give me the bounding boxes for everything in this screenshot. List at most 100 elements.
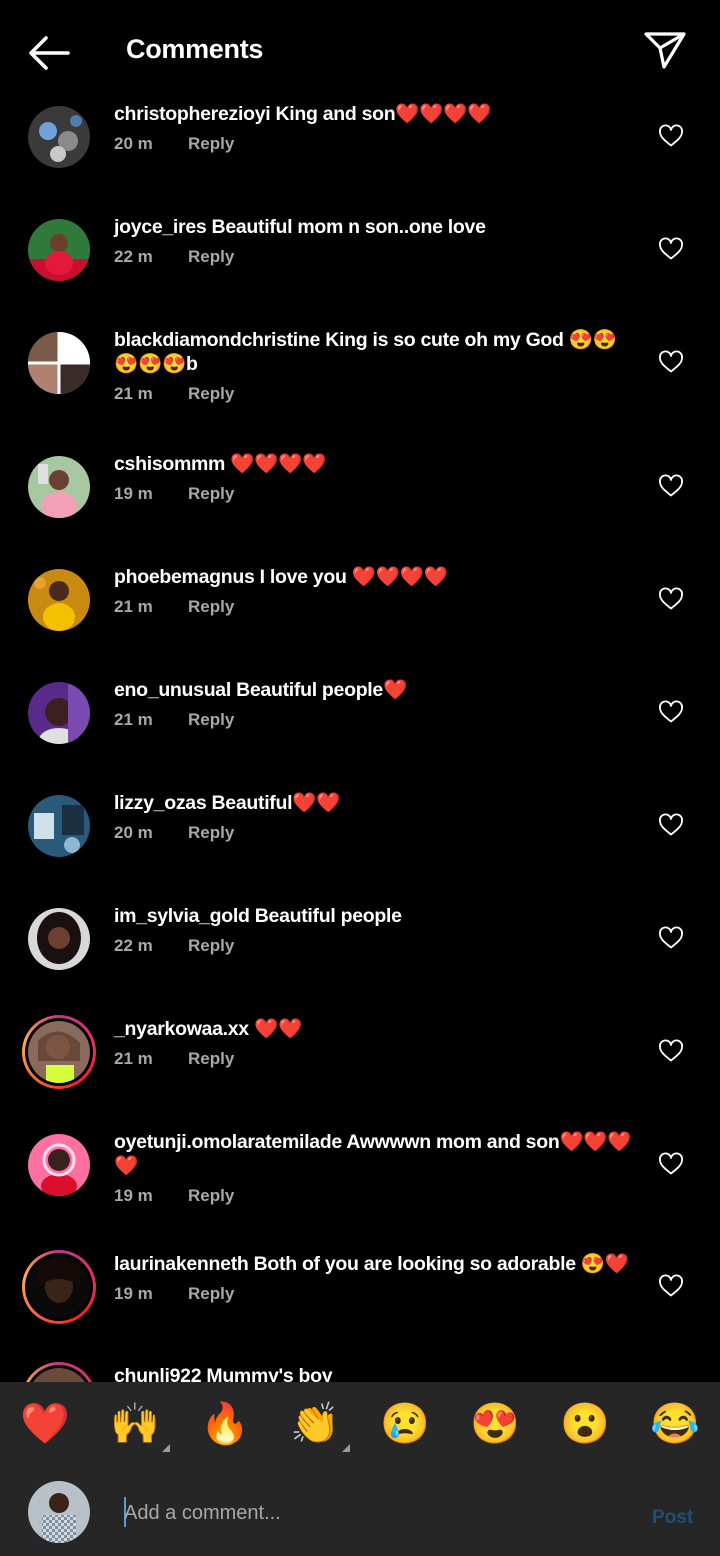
comment-timestamp: 21 m [114,710,153,729]
comment-text: joyce_ires Beautiful mom n son..one love [114,215,634,239]
current-user-avatar [28,1481,90,1543]
comment-text: blackdiamondchristine King is so cute oh… [114,328,634,376]
comment-username[interactable]: im_sylvia_gold [114,905,250,927]
comment-text: _nyarkowaa.xx ❤️❤️ [114,1017,634,1041]
reply-button[interactable]: Reply [188,1186,234,1205]
heart-icon[interactable] [658,587,684,611]
comment-timestamp: 22 m [114,247,153,266]
comment-timestamp: 19 m [114,484,153,503]
top-bar: Comments [0,0,720,100]
avatar[interactable] [28,456,90,518]
avatar-story-ring[interactable] [22,1015,96,1089]
avatar[interactable] [28,1134,90,1196]
avatar[interactable] [28,682,90,744]
emoji-glyph: 👏 [290,1402,340,1446]
emoji-glyph: 🙌 [110,1402,160,1446]
comment-text: eno_unusual Beautiful people❤️ [114,678,634,702]
comment-username[interactable]: _nyarkowaa.xx [114,1018,249,1040]
comment-timestamp: 21 m [114,597,153,616]
comment-body: I love you ❤️❤️❤️❤️ [259,566,448,588]
reply-button[interactable]: Reply [188,1049,234,1068]
avatar[interactable] [28,332,90,394]
avatar[interactable] [28,569,90,631]
comment-timestamp: 22 m [114,936,153,955]
comment-text: cshisommm ❤️❤️❤️❤️ [114,452,634,476]
comment-username[interactable]: oyetunji.omolaratemilade [114,1131,342,1153]
heart-icon[interactable] [658,1039,684,1063]
comment-input[interactable] [124,1498,604,1528]
comment-text: laurinakenneth Both of you are looking s… [114,1252,634,1276]
comment-username[interactable]: christopherezioyi [114,103,271,125]
comments-list[interactable]: christopherezioyi King and son❤️❤️❤️❤️ 2… [0,100,720,1382]
comment-text: im_sylvia_gold Beautiful people [114,904,634,928]
heart-icon[interactable] [658,813,684,837]
reply-button[interactable]: Reply [188,134,234,153]
avatar[interactable] [28,106,90,168]
comment-body: ❤️❤️ [253,1018,302,1040]
avatar[interactable] [28,219,90,281]
share-icon[interactable] [642,30,688,70]
comment-username[interactable]: laurinakenneth [114,1253,249,1275]
comment-username[interactable]: lizzy_ozas [114,792,207,814]
avatar[interactable] [28,908,90,970]
comment-username[interactable]: joyce_ires [114,216,207,238]
reply-button[interactable]: Reply [188,597,234,616]
heart-icon[interactable] [658,926,684,950]
emoji-clapping-hands[interactable]: 👏 [288,1400,350,1452]
avatar[interactable] [28,795,90,857]
heart-icon[interactable] [658,237,684,261]
heart-icon[interactable] [658,474,684,498]
reply-button[interactable]: Reply [188,936,234,955]
emoji-reaction-bar: ❤️ 🙌 🔥 👏 😢 😍 😮 😂 [0,1382,720,1472]
comment-text: oyetunji.omolaratemilade Awwwwn mom and … [114,1130,634,1178]
comment-text: phoebemagnus I love you ❤️❤️❤️❤️ [114,565,634,589]
comment-text: lizzy_ozas Beautiful❤️❤️ [114,791,634,815]
heart-icon[interactable] [658,350,684,374]
emoji-tears-of-joy[interactable]: 😂 [648,1400,702,1448]
reply-button[interactable]: Reply [188,384,234,403]
comment-username[interactable]: chunli922 [114,1365,202,1382]
emoji-surprised-face[interactable]: 😮 [558,1400,612,1448]
heart-icon[interactable] [658,1274,684,1298]
comment-body: Beautiful people [254,905,402,927]
comment-body: Both of you are looking so adorable 😍❤️ [253,1253,630,1275]
avatar-story-ring[interactable] [22,1250,96,1324]
comment-body: Beautiful❤️❤️ [211,792,341,814]
avatar-story-ring[interactable] [22,1362,96,1382]
comment-timestamp: 21 m [114,384,153,403]
skin-tone-indicator-icon [162,1444,170,1452]
comment-timestamp: 19 m [114,1284,153,1303]
heart-icon[interactable] [658,1152,684,1176]
post-button[interactable]: Post [652,1507,693,1529]
comment-body: King and son❤️❤️❤️❤️ [275,103,492,125]
emoji-crying-face[interactable]: 😢 [378,1400,432,1448]
comment-text: christopherezioyi King and son❤️❤️❤️❤️ [114,102,634,126]
reply-button[interactable]: Reply [188,484,234,503]
emoji-red-heart[interactable]: ❤️ [18,1400,72,1448]
comment-text: chunli922 Mummy's boy [114,1364,634,1382]
reply-button[interactable]: Reply [188,1284,234,1303]
reply-button[interactable]: Reply [188,710,234,729]
emoji-raising-hands[interactable]: 🙌 [108,1400,170,1452]
comment-timestamp: 20 m [114,134,153,153]
comment-composer: Post [0,1472,720,1556]
comment-body: Mummy's boy [206,1365,333,1382]
emoji-fire[interactable]: 🔥 [198,1400,252,1448]
reply-button[interactable]: Reply [188,823,234,842]
comment-username[interactable]: blackdiamondchristine [114,329,320,351]
back-arrow-icon[interactable] [26,30,72,76]
comment-timestamp: 20 m [114,823,153,842]
comment-body: Beautiful mom n son..one love [211,216,486,238]
comment-timestamp: 21 m [114,1049,153,1068]
comment-username[interactable]: eno_unusual [114,679,231,701]
comment-username[interactable]: phoebemagnus [114,566,255,588]
page-title: Comments [126,34,264,64]
heart-icon[interactable] [658,700,684,724]
comment-username[interactable]: cshisommm [114,453,225,475]
heart-icon[interactable] [658,124,684,148]
comment-body: ❤️❤️❤️❤️ [230,453,327,475]
skin-tone-indicator-icon [342,1444,350,1452]
emoji-heart-eyes[interactable]: 😍 [468,1400,522,1448]
comment-timestamp: 19 m [114,1186,153,1205]
reply-button[interactable]: Reply [188,247,234,266]
